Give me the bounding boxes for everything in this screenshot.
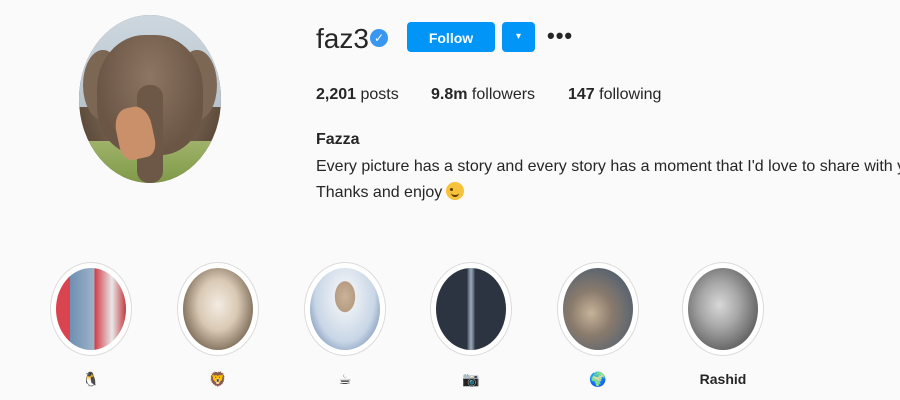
follow-button[interactable]: Follow [407, 22, 495, 52]
highlight-cover-image [563, 268, 633, 350]
highlight-cover-ring [304, 262, 386, 356]
highlight-cover-ring [50, 262, 132, 356]
highlight-cover-ring [557, 262, 639, 356]
highlight-cover-image [436, 268, 506, 350]
highlight-cover-ring [177, 262, 259, 356]
highlight-cover-image [688, 268, 758, 350]
profile-bio-line: Every picture has a story and every stor… [316, 158, 900, 175]
story-highlight[interactable]: Rashid [680, 262, 766, 388]
highlight-cover-ring [430, 262, 512, 356]
story-highlight[interactable]: 🦁 [175, 262, 261, 388]
highlight-label: Rashid [699, 371, 747, 387]
posts-label: posts [360, 86, 399, 103]
stat-posts: 2,201 posts [316, 84, 399, 106]
more-options-icon[interactable]: ••• [547, 25, 573, 47]
following-label: following [599, 86, 662, 103]
highlight-label: 🦁 [209, 371, 227, 387]
highlight-label: 📷 [462, 371, 480, 387]
wink-emoji-icon [446, 182, 465, 200]
highlight-cover-image [183, 268, 253, 350]
story-highlight[interactable]: 🌍 [555, 262, 641, 388]
followers-label: followers [471, 86, 536, 103]
story-highlight[interactable]: 🐧 [48, 262, 134, 388]
highlight-cover-ring [682, 262, 764, 356]
highlight-label: 🌍 [589, 371, 607, 387]
story-highlight[interactable]: 📷 [428, 262, 514, 388]
highlight-cover-image [56, 268, 126, 350]
bio-text: Thanks and enjoy [316, 184, 443, 201]
profile-bio-line: Thanks and enjoy [316, 182, 465, 204]
profile-avatar[interactable] [79, 15, 221, 183]
following-count: 147 [568, 86, 595, 103]
followers-count: 9.8m [431, 86, 468, 103]
story-highlight[interactable]: ☕ [302, 262, 388, 388]
stat-followers[interactable]: 9.8m followers [431, 84, 535, 106]
verified-badge-icon: ✓ [370, 29, 388, 47]
stat-following[interactable]: 147 following [568, 84, 661, 106]
chevron-down-icon[interactable]: ▾ [502, 22, 535, 52]
profile-username: faz3 [316, 23, 369, 54]
highlight-label: ☕ [338, 371, 352, 387]
profile-full-name: Fazza [316, 131, 360, 148]
posts-count: 2,201 [316, 86, 357, 103]
highlight-cover-image [310, 268, 380, 350]
highlight-label: 🐧 [82, 371, 100, 387]
